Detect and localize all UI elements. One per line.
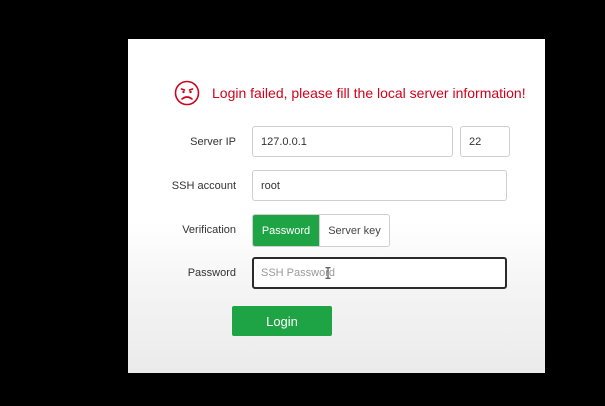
server-ip-value: 127.0.0.1 (261, 135, 307, 148)
verification-password-button[interactable]: Password (253, 215, 319, 246)
password-label: Password (187, 267, 236, 279)
port-value: 22 (469, 135, 482, 148)
ssh-account-value: root (261, 179, 280, 192)
ssh-account-label: SSH account (171, 180, 236, 192)
password-input[interactable]: SSH Password (252, 257, 507, 289)
ssh-account-input[interactable]: root (252, 170, 507, 201)
error-message: Login failed, please fill the local serv… (212, 85, 526, 101)
login-button[interactable]: Login (232, 306, 332, 336)
sad-face-icon (174, 80, 200, 106)
server-ip-label: Server IP (190, 136, 236, 148)
text-cursor-icon (325, 267, 331, 279)
verification-label: Verification (182, 224, 236, 236)
error-banner: Login failed, please fill the local serv… (174, 80, 526, 106)
port-input[interactable]: 22 (460, 126, 510, 157)
verification-toggle: Password Server key (252, 214, 390, 247)
password-placeholder: SSH Password (261, 267, 335, 279)
verification-server-key-button[interactable]: Server key (319, 215, 389, 246)
server-ip-input[interactable]: 127.0.0.1 (252, 126, 453, 157)
login-panel: Login failed, please fill the local serv… (128, 39, 545, 373)
